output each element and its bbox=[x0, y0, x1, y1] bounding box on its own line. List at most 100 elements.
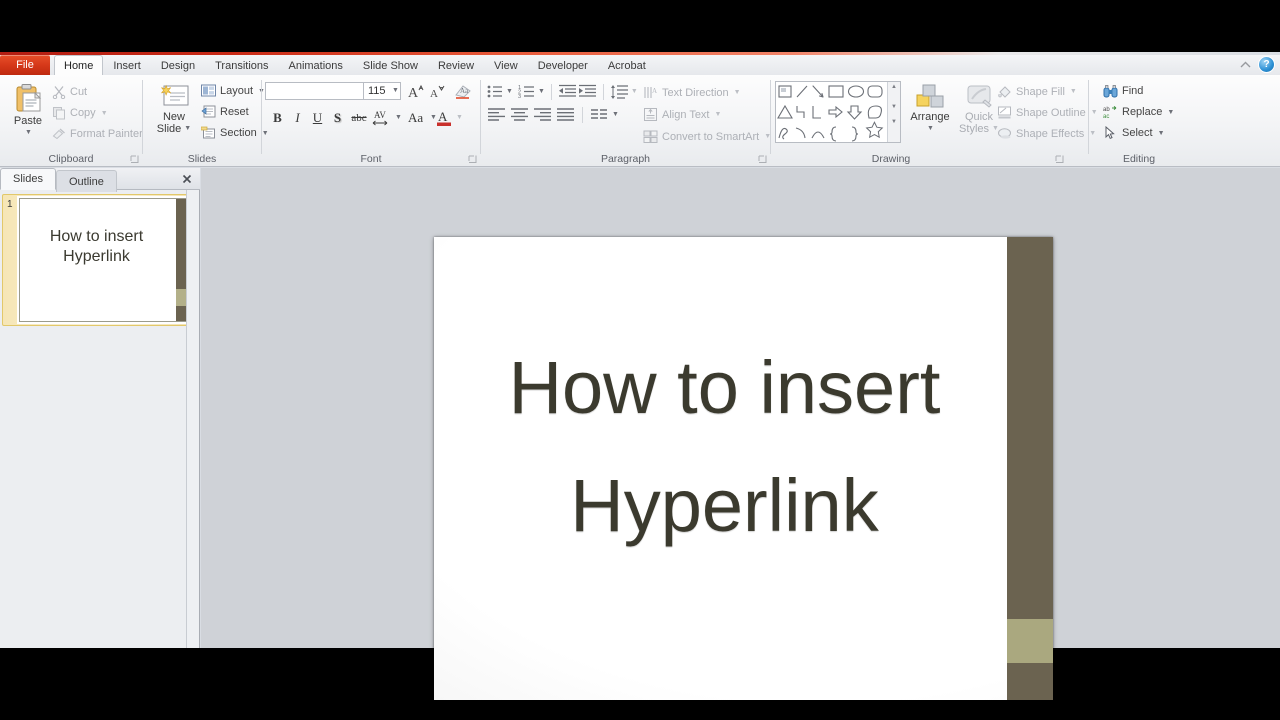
justify-icon[interactable] bbox=[555, 106, 576, 123]
help-button[interactable]: ? bbox=[1259, 57, 1274, 72]
shapes-scroll[interactable]: ▲ ▼ ▼ bbox=[887, 82, 900, 142]
drawing-dialog-launcher[interactable] bbox=[1055, 155, 1064, 164]
arrange-button[interactable]: Arrange ▼ bbox=[906, 81, 954, 137]
font-color-icon[interactable]: A bbox=[434, 108, 454, 127]
find-label: Find bbox=[1122, 85, 1144, 97]
shapes-gallery[interactable]: ▲ ▼ ▼ bbox=[775, 81, 901, 143]
reset-button[interactable]: Reset bbox=[197, 103, 253, 121]
line-spacing-caret-icon[interactable]: ▼ bbox=[631, 88, 638, 95]
chevron-up-icon[interactable] bbox=[1239, 58, 1252, 71]
text-shadow-button[interactable]: S bbox=[328, 108, 347, 127]
strikethrough-button[interactable]: abc bbox=[348, 108, 370, 127]
paste-button[interactable]: Paste ▼ bbox=[6, 81, 50, 141]
tab-file[interactable]: File bbox=[0, 55, 50, 75]
numbering-icon[interactable]: 123 bbox=[518, 83, 536, 100]
underline-button[interactable]: U bbox=[308, 108, 327, 127]
tab-insert[interactable]: Insert bbox=[103, 56, 151, 75]
slide-canvas[interactable]: How to insert Hyperlink bbox=[434, 237, 1053, 700]
tab-home[interactable]: Home bbox=[54, 55, 104, 75]
font-size-caret-icon[interactable]: ▼ bbox=[392, 87, 399, 94]
svg-text:A: A bbox=[438, 109, 448, 124]
shape-effects-button[interactable]: Shape Effects ▼ bbox=[993, 124, 1100, 143]
panel-tab-outline[interactable]: Outline bbox=[55, 170, 117, 192]
ribbon-group-font: ▼ ▼ A A Aa B I U S abc bbox=[262, 75, 480, 167]
line-spacing-icon[interactable] bbox=[610, 83, 629, 100]
select-caret-icon[interactable]: ▼ bbox=[1158, 130, 1165, 137]
slide-thumbnail-1[interactable]: 1 How to insert Hyperlink bbox=[2, 194, 194, 326]
align-center-icon[interactable] bbox=[509, 106, 530, 123]
new-slide-button[interactable]: New Slide ▼ bbox=[151, 81, 197, 137]
align-right-icon[interactable] bbox=[532, 106, 553, 123]
tab-view[interactable]: View bbox=[484, 56, 528, 75]
columns-icon[interactable] bbox=[589, 106, 609, 123]
new-slide-label-2: Slide bbox=[156, 123, 182, 135]
align-left-icon[interactable] bbox=[486, 106, 507, 123]
slides-group-label: Slides bbox=[187, 153, 217, 165]
grow-font-icon[interactable]: A bbox=[407, 83, 424, 100]
tab-transitions[interactable]: Transitions bbox=[205, 56, 278, 75]
increase-indent-icon[interactable] bbox=[578, 83, 597, 100]
tab-design[interactable]: Design bbox=[151, 56, 205, 75]
ribbon-tabs[interactable]: File Home Insert Design Transitions Anim… bbox=[0, 55, 656, 75]
tab-developer[interactable]: Developer bbox=[528, 56, 598, 75]
text-direction-icon: A bbox=[644, 87, 657, 98]
align-text-caret-icon[interactable]: ▼ bbox=[715, 111, 722, 118]
shapes-scroll-down-icon[interactable]: ▼ bbox=[888, 104, 900, 110]
shape-outline-label: Shape Outline bbox=[1016, 106, 1086, 119]
shape-outline-button[interactable]: Shape Outline ▼ bbox=[993, 103, 1102, 122]
text-direction-button[interactable]: A Text Direction ▼ bbox=[639, 83, 745, 102]
numbering-caret-icon[interactable]: ▼ bbox=[538, 88, 545, 95]
character-spacing-icon[interactable]: AV bbox=[371, 108, 393, 127]
replace-button[interactable]: ab ac Replace ▼ bbox=[1099, 103, 1178, 121]
align-text-button[interactable]: Align Text ▼ bbox=[639, 105, 725, 124]
shape-fill-caret-icon[interactable]: ▼ bbox=[1070, 88, 1077, 95]
shape-fill-button[interactable]: Shape Fill ▼ bbox=[993, 82, 1081, 101]
slides-panel-scrollbar[interactable] bbox=[186, 190, 199, 648]
close-icon[interactable] bbox=[180, 172, 194, 186]
columns-caret-icon[interactable]: ▼ bbox=[612, 111, 619, 118]
italic-button[interactable]: I bbox=[288, 108, 307, 127]
cut-button[interactable]: Cut bbox=[48, 83, 91, 101]
bold-button[interactable]: B bbox=[268, 108, 287, 127]
select-button[interactable]: Select ▼ bbox=[1099, 124, 1169, 142]
convert-to-smartart-button[interactable]: Convert to SmartArt ▼ bbox=[639, 127, 775, 146]
font-color-caret-icon[interactable]: ▼ bbox=[456, 114, 463, 121]
paste-caret-icon[interactable]: ▼ bbox=[25, 127, 32, 139]
paragraph-group-label: Paragraph bbox=[600, 153, 651, 165]
paragraph-dialog-launcher[interactable] bbox=[758, 155, 767, 164]
font-dialog-launcher[interactable] bbox=[468, 155, 477, 164]
panel-tab-slides[interactable]: Slides bbox=[0, 168, 56, 190]
slide-title-placeholder[interactable]: How to insert Hyperlink bbox=[456, 329, 993, 565]
bullets-caret-icon[interactable]: ▼ bbox=[506, 88, 513, 95]
clear-formatting-icon[interactable]: Aa bbox=[454, 83, 472, 100]
tab-slide-show[interactable]: Slide Show bbox=[353, 56, 428, 75]
format-painter-button[interactable]: Format Painter bbox=[48, 125, 147, 143]
shape-fill-icon bbox=[998, 86, 1011, 98]
tab-acrobat[interactable]: Acrobat bbox=[598, 56, 656, 75]
ribbon-group-drawing: ▲ ▼ ▼ Arrange ▼ Quick Styles ▼ Shape Fil… bbox=[771, 75, 1098, 167]
tab-animations[interactable]: Animations bbox=[279, 56, 353, 75]
find-button[interactable]: Find bbox=[1099, 82, 1147, 100]
new-slide-caret-icon[interactable]: ▼ bbox=[184, 123, 191, 135]
bullets-icon[interactable] bbox=[486, 83, 504, 100]
copy-button[interactable]: Copy ▼ bbox=[48, 104, 112, 122]
clipboard-group-label: Clipboard bbox=[48, 153, 94, 165]
copy-caret-icon[interactable]: ▼ bbox=[101, 110, 108, 117]
change-case-icon[interactable]: Aa bbox=[406, 108, 428, 127]
cursor-icon bbox=[1105, 126, 1115, 140]
new-slide-label-1: New bbox=[162, 111, 185, 123]
layout-button[interactable]: Layout ▼ bbox=[197, 82, 269, 100]
copy-icon bbox=[53, 107, 65, 120]
section-icon bbox=[201, 126, 215, 139]
shapes-scroll-up-icon[interactable]: ▲ bbox=[888, 84, 900, 90]
arrange-caret-icon[interactable]: ▼ bbox=[927, 123, 934, 135]
replace-caret-icon[interactable]: ▼ bbox=[1167, 109, 1174, 116]
tab-review[interactable]: Review bbox=[428, 56, 484, 75]
text-direction-caret-icon[interactable]: ▼ bbox=[734, 89, 741, 96]
font-name-input[interactable] bbox=[265, 82, 379, 100]
shrink-font-icon[interactable]: A bbox=[428, 83, 445, 100]
clipboard-dialog-launcher[interactable] bbox=[130, 155, 139, 164]
shapes-more-icon[interactable]: ▼ bbox=[888, 119, 900, 125]
decrease-indent-icon[interactable] bbox=[558, 83, 577, 100]
character-spacing-caret-icon[interactable]: ▼ bbox=[395, 114, 402, 121]
